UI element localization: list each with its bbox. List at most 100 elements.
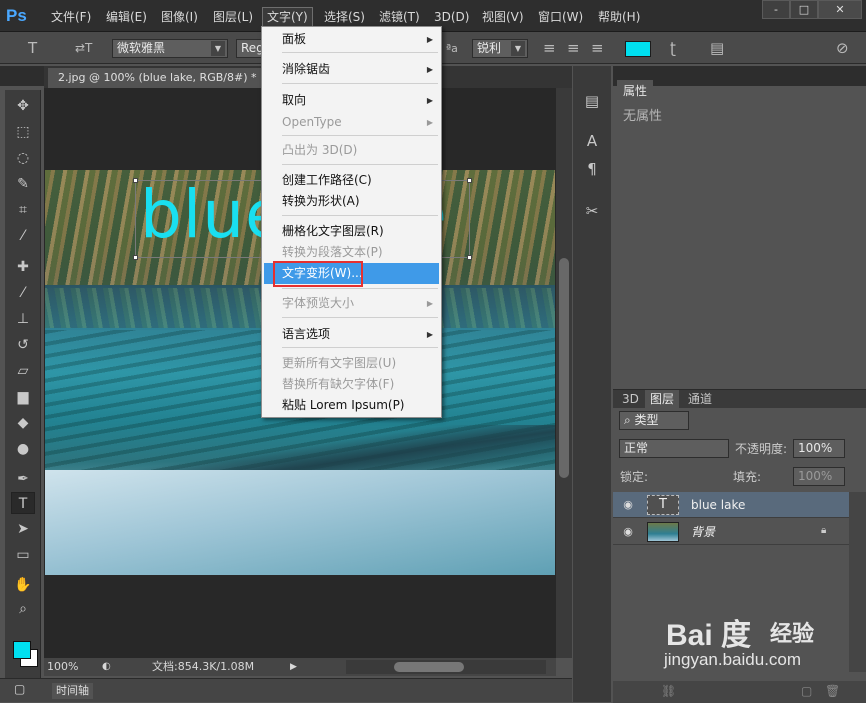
gradient-tool-icon[interactable]: ▆ — [11, 386, 35, 408]
menu-separator — [282, 288, 438, 289]
crop-tool-icon[interactable]: ⌗ — [11, 199, 35, 221]
menu-type[interactable]: 文字(Y) — [262, 7, 313, 27]
tools-preset-icon[interactable]: ✂ — [581, 200, 603, 222]
align-right-icon[interactable]: ≡ — [591, 39, 604, 58]
menu-item-panels[interactable]: 面板 ▶ — [264, 29, 439, 50]
eye-icon[interactable]: ◉ — [621, 498, 635, 512]
healing-tool-icon[interactable]: ✚ — [11, 256, 35, 278]
type-tool-icon[interactable]: T — [11, 492, 35, 514]
menu-3d[interactable]: 3D(D) — [430, 7, 473, 27]
transform-handle[interactable] — [467, 255, 472, 260]
status-menu-icon[interactable]: ◐ — [102, 658, 111, 676]
horizontal-scroll-thumb[interactable] — [394, 662, 464, 672]
delete-layer-icon[interactable]: 🗑︎ — [825, 684, 840, 698]
align-left-icon[interactable]: ≡ — [543, 39, 556, 58]
menu-help[interactable]: 帮助(H) — [594, 7, 644, 27]
history-panel-icon[interactable]: ▤ — [581, 90, 603, 112]
history-brush-tool-icon[interactable]: ↺ — [11, 334, 35, 356]
timeline-tab[interactable]: 时间轴 — [52, 683, 93, 699]
doc-info: 文档:854.3K/1.08M — [152, 660, 255, 673]
text-orientation-icon[interactable]: ⇄T — [75, 39, 92, 58]
dodge-tool-icon[interactable]: ● — [11, 438, 35, 460]
shallow-water-region — [45, 470, 555, 575]
play-icon[interactable]: ▶ — [290, 658, 297, 676]
foreground-color-swatch[interactable] — [13, 641, 31, 659]
blur-tool-icon[interactable]: ◆ — [11, 412, 35, 434]
path-select-tool-icon[interactable]: ➤ — [11, 518, 35, 540]
menu-filter[interactable]: 滤镜(T) — [375, 7, 424, 27]
pen-tool-icon[interactable]: ✒ — [11, 468, 35, 490]
layer-row-background[interactable]: ◉ 背景 🔒︎ — [613, 519, 849, 545]
vertical-scrollbar[interactable] — [556, 88, 572, 658]
menu-item-convert-to-shape[interactable]: 转换为形状(A) — [264, 191, 439, 212]
menu-item-font-preview-size: 字体预览大小 ▶ — [264, 293, 439, 314]
stamp-tool-icon[interactable]: ⊥ — [11, 308, 35, 330]
move-tool-icon[interactable]: ✥ — [11, 95, 35, 117]
hand-tool-icon[interactable]: ✋ — [11, 574, 35, 596]
layer-name[interactable]: 背景 — [691, 519, 715, 545]
tab-3d[interactable]: 3D — [617, 390, 644, 408]
brush-tool-icon[interactable]: ⁄ — [11, 282, 35, 304]
menu-file[interactable]: 文件(F) — [47, 7, 95, 27]
quick-select-tool-icon[interactable]: ✎ — [11, 173, 35, 195]
vertical-scroll-thumb[interactable] — [559, 258, 569, 478]
zoom-level[interactable]: 100% — [47, 658, 78, 676]
type-tool-preset-icon[interactable]: T — [28, 39, 37, 58]
tab-channels[interactable]: 通道 — [683, 390, 717, 408]
tab-properties[interactable]: 属性 — [617, 80, 654, 102]
menu-view[interactable]: 视图(V) — [478, 7, 528, 27]
menu-item-create-work-path[interactable]: 创建工作路径(C) — [264, 170, 439, 191]
document-tab-title: 2.jpg @ 100% (blue lake, RGB/8#) * — [58, 71, 257, 84]
transform-handle[interactable] — [133, 255, 138, 260]
font-style-select[interactable]: Reg — [236, 39, 264, 58]
close-button[interactable]: ✕ — [818, 0, 862, 19]
text-color-swatch[interactable] — [625, 41, 651, 57]
marquee-tool-icon[interactable]: ⬚ — [11, 121, 35, 143]
menu-window[interactable]: 窗口(W) — [534, 7, 587, 27]
background-layer-thumb — [647, 522, 679, 542]
window-controls: - □ ✕ — [762, 0, 862, 20]
menu-select[interactable]: 选择(S) — [320, 7, 369, 27]
tab-layers[interactable]: 图层 — [645, 390, 680, 408]
menu-item-rasterize[interactable]: 栅格化文字图层(R) — [264, 221, 439, 242]
eyedropper-tool-icon[interactable]: ⁄ — [11, 225, 35, 247]
character-panel-icon[interactable]: A — [581, 130, 603, 152]
menu-item-antialias[interactable]: 消除锯齿 ▶ — [264, 59, 439, 80]
zoom-tool-icon[interactable]: ⌕ — [11, 598, 35, 620]
eraser-tool-icon[interactable]: ▱ — [11, 360, 35, 382]
warp-text-icon[interactable]: ʈ — [670, 39, 676, 58]
watermark-text: 经验 — [770, 622, 815, 647]
new-layer-icon[interactable]: ▢ — [801, 684, 812, 698]
menu-item-orientation[interactable]: 取向 ▶ — [264, 90, 439, 111]
shape-tool-icon[interactable]: ▭ — [11, 544, 35, 566]
blend-mode-select[interactable]: 正常 — [619, 439, 729, 458]
lasso-tool-icon[interactable]: ◌ — [11, 147, 35, 169]
antialias-select[interactable]: 锐利 ▼ — [472, 39, 528, 58]
menu-item-paste-lorem-ipsum[interactable]: 粘贴 Lorem Ipsum(P) — [264, 395, 439, 416]
menu-edit[interactable]: 编辑(E) — [102, 7, 151, 27]
minimize-button[interactable]: - — [762, 0, 790, 19]
align-center-icon[interactable]: ≡ — [567, 39, 580, 58]
horizontal-scrollbar[interactable] — [346, 660, 546, 674]
eye-icon[interactable]: ◉ — [621, 525, 635, 539]
link-layers-icon[interactable]: ⛓ — [661, 684, 676, 698]
menu-item-language-options[interactable]: 语言选项 ▶ — [264, 324, 439, 345]
screen-mode-icon[interactable]: ▢ — [14, 682, 25, 696]
opacity-input[interactable]: 100% — [793, 439, 845, 458]
maximize-button[interactable]: □ — [790, 0, 818, 19]
layer-filter-select[interactable]: ⌕ 类型 — [619, 411, 689, 430]
transform-handle[interactable] — [467, 178, 472, 183]
menu-image[interactable]: 图像(I) — [157, 7, 202, 27]
transform-handle[interactable] — [133, 178, 138, 183]
character-panel-icon[interactable]: ▤ — [710, 39, 724, 58]
layer-name[interactable]: blue lake — [691, 492, 745, 518]
search-icon: ⌕ — [624, 413, 635, 427]
cancel-icon[interactable]: ⊘ — [836, 39, 849, 58]
layer-row-text[interactable]: ◉ T blue lake — [613, 492, 849, 518]
fill-input[interactable]: 100% — [793, 467, 845, 486]
paragraph-panel-icon[interactable]: ¶ — [581, 158, 603, 180]
font-family-select[interactable]: 微软雅黑 ▼ — [112, 39, 228, 58]
document-tab[interactable]: 2.jpg @ 100% (blue lake, RGB/8#) * × — [48, 68, 288, 88]
chevron-down-icon: ▼ — [211, 41, 225, 56]
menu-layer[interactable]: 图层(L) — [209, 7, 257, 27]
